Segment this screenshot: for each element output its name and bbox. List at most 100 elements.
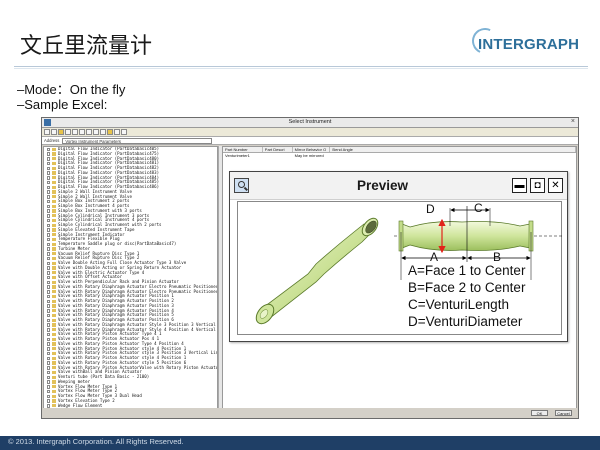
preview-dialog: Preview ▬ ◘ ✕ C D A B A=Face 1 to Center…	[229, 171, 568, 342]
folder-icon	[52, 204, 56, 208]
expand-icon[interactable]	[47, 171, 51, 175]
expand-icon[interactable]	[47, 380, 51, 384]
cell-part-description	[263, 153, 293, 158]
folder-icon	[52, 209, 56, 213]
expand-icon[interactable]	[47, 394, 51, 399]
details-view-icon[interactable]	[72, 129, 78, 135]
expand-icon[interactable]	[47, 318, 51, 323]
minimize-button[interactable]: ▬	[512, 178, 527, 193]
expand-icon[interactable]	[47, 399, 51, 403]
expand-icon[interactable]	[47, 304, 51, 308]
folder-icon	[52, 195, 56, 199]
expand-icon[interactable]	[47, 199, 51, 204]
expand-icon[interactable]	[47, 280, 51, 285]
forward-icon[interactable]	[51, 129, 57, 135]
preview-close-button[interactable]: ✕	[548, 178, 563, 193]
expand-icon[interactable]	[47, 233, 51, 237]
expand-icon[interactable]	[47, 252, 51, 256]
expand-icon[interactable]	[47, 356, 51, 361]
expand-icon[interactable]	[47, 228, 51, 232]
expand-icon[interactable]	[47, 152, 51, 156]
col-part-description[interactable]: Part Descri	[263, 147, 293, 152]
dim-label-b: B	[493, 250, 502, 264]
folder-icon	[52, 285, 56, 289]
expand-icon[interactable]	[47, 214, 51, 218]
expand-icon[interactable]	[47, 385, 51, 389]
expand-icon[interactable]	[47, 342, 51, 346]
expand-icon[interactable]	[47, 180, 51, 185]
expand-icon[interactable]	[47, 266, 51, 270]
expand-icon[interactable]	[47, 313, 51, 318]
folder-icon	[52, 166, 56, 170]
folder-icon	[52, 214, 56, 218]
address-field[interactable]: Vortex Instrument Parameters	[62, 137, 213, 144]
expand-icon[interactable]	[47, 195, 51, 199]
expand-icon[interactable]	[47, 370, 51, 375]
expand-icon[interactable]	[47, 337, 51, 342]
folder-icon	[52, 361, 56, 365]
expand-icon[interactable]	[47, 223, 51, 228]
expand-icon[interactable]	[47, 176, 51, 180]
expand-icon[interactable]	[47, 237, 51, 242]
expand-icon[interactable]	[47, 209, 51, 213]
expand-icon[interactable]	[47, 294, 51, 299]
expand-icon[interactable]	[47, 285, 51, 289]
filter-icon[interactable]	[121, 129, 127, 135]
folder-icon	[52, 190, 56, 194]
large-icons-icon[interactable]	[79, 129, 85, 135]
ok-button[interactable]: OK	[531, 410, 548, 416]
expand-icon[interactable]	[47, 166, 51, 171]
expand-icon[interactable]	[47, 275, 51, 280]
expand-icon[interactable]	[47, 185, 51, 190]
col-bend-angle[interactable]: Bend Angle	[330, 147, 576, 152]
expand-icon[interactable]	[47, 256, 51, 261]
folder-icon	[52, 233, 56, 237]
expand-icon[interactable]	[47, 271, 51, 275]
tree-item-label: Wedge Flow Element	[58, 402, 103, 408]
folder-icon	[52, 252, 56, 256]
folder-icon	[52, 375, 56, 379]
table-row[interactable]: Venturimeter1 May be mirrored	[223, 153, 576, 158]
expand-icon[interactable]	[47, 361, 51, 365]
back-icon[interactable]	[44, 129, 50, 135]
expand-icon[interactable]	[47, 261, 51, 266]
thumbnails-icon[interactable]	[93, 129, 99, 135]
expand-icon[interactable]	[47, 157, 51, 161]
expand-icon[interactable]	[47, 323, 51, 327]
expand-icon[interactable]	[47, 375, 51, 380]
expand-icon[interactable]	[47, 218, 51, 223]
expand-icon[interactable]	[47, 190, 51, 194]
properties-icon[interactable]	[114, 129, 120, 135]
expand-icon[interactable]	[47, 351, 51, 356]
expand-icon[interactable]	[47, 161, 51, 166]
expand-icon[interactable]	[47, 147, 51, 152]
instrument-tree[interactable]: Digital Flow Indicator (PartDatabasic405…	[43, 146, 218, 410]
expand-icon[interactable]	[47, 242, 51, 247]
expand-icon[interactable]	[47, 247, 51, 251]
col-part-number[interactable]: Part Number	[223, 147, 263, 152]
expand-icon[interactable]	[47, 328, 51, 332]
maximize-button[interactable]: ◘	[530, 178, 545, 193]
expand-icon[interactable]	[47, 366, 51, 370]
expand-icon[interactable]	[47, 389, 51, 394]
small-icons-icon[interactable]	[86, 129, 92, 135]
folder-icon	[52, 347, 56, 351]
folder-icon	[52, 247, 56, 251]
expand-icon[interactable]	[47, 309, 51, 313]
list-view-icon[interactable]	[65, 129, 71, 135]
folder-icon	[52, 318, 56, 322]
expand-icon[interactable]	[47, 204, 51, 209]
expand-icon[interactable]	[47, 332, 51, 337]
expand-icon[interactable]	[47, 347, 51, 351]
folder-icon	[52, 176, 56, 180]
folder-icon[interactable]	[58, 129, 64, 135]
col-mirror-behavior[interactable]: Mirror Behavior O	[293, 147, 331, 152]
address-label: Address	[44, 138, 60, 143]
window-close-button[interactable]: ×	[571, 118, 575, 125]
legend-d: D=VenturiDiameter	[408, 314, 523, 329]
preview-icon[interactable]	[107, 129, 113, 135]
expand-icon[interactable]	[47, 290, 51, 294]
expand-icon[interactable]	[47, 299, 51, 304]
cancel-button[interactable]: Cancel	[555, 410, 572, 416]
refresh-icon[interactable]	[100, 129, 106, 135]
